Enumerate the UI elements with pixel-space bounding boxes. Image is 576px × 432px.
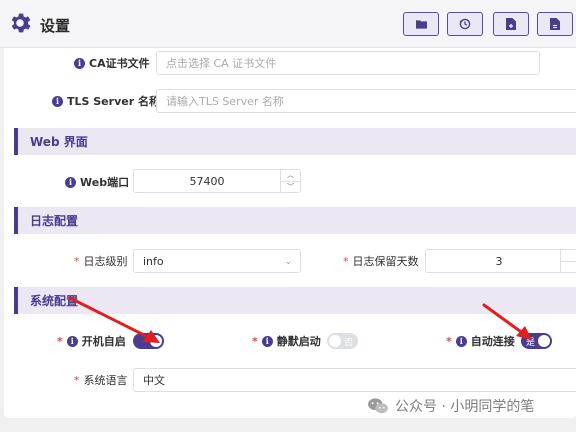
autostart-label: * i 开机自启 [57, 334, 126, 349]
gear-icon [11, 13, 31, 33]
chevron-up-icon[interactable] [561, 250, 576, 262]
info-icon: i [66, 335, 78, 347]
web-port-label: i Web端口 [65, 170, 129, 194]
retention-stepper[interactable] [560, 250, 576, 272]
info-icon: i [261, 335, 273, 347]
log-level-select[interactable]: info ⌄ [133, 249, 301, 273]
silent-start-label: * i 静默启动 [252, 334, 321, 349]
settings-header: 设置 [0, 0, 576, 48]
chevron-up-icon[interactable]: ︿ [281, 170, 300, 182]
section-web: Web 界面 [14, 128, 576, 155]
folder-button[interactable] [403, 12, 439, 36]
ca-cert-file-input[interactable]: 点击选择 CA 证书文件 [156, 51, 540, 75]
history-button[interactable] [447, 12, 483, 36]
section-system: 系统配置 [14, 287, 576, 314]
log-retention-input[interactable]: 3 [425, 249, 576, 273]
info-icon: i [74, 57, 85, 69]
autostart-switch[interactable] [133, 333, 164, 349]
port-stepper[interactable]: ︿ ﹀ [280, 170, 300, 192]
silent-start-switch[interactable]: 否 [327, 333, 358, 349]
info-icon: i [65, 176, 76, 188]
folder-icon [415, 20, 427, 29]
web-port-input[interactable]: 57400 ︿ ﹀ [133, 169, 301, 193]
ca-cert-label: i CA证书文件 [74, 51, 150, 75]
auto-connect-switch[interactable]: 是 [521, 333, 552, 349]
switch-knob [538, 335, 550, 347]
auto-connect-label: * i 自动连接 [446, 334, 515, 349]
info-icon: i [455, 335, 467, 347]
system-language-select[interactable]: 中文 [133, 368, 576, 392]
export-file-button[interactable] [537, 12, 573, 36]
system-language-label: * 系统语言 [74, 373, 128, 388]
wechat-icon [368, 398, 388, 414]
chevron-down-icon[interactable]: ﹀ [281, 182, 300, 193]
page-title: 设置 [40, 17, 71, 35]
tls-server-label: i TLS Server 名称 [52, 89, 160, 113]
file-export-icon [550, 18, 560, 30]
import-file-button[interactable] [493, 12, 529, 36]
tls-server-name-input[interactable]: 请输入TLS Server 名称 [156, 89, 576, 113]
history-icon [459, 18, 471, 30]
chevron-down-icon: ⌄ [284, 257, 292, 267]
watermark: 公众号 · 小明同学的笔 [367, 396, 534, 416]
file-import-icon [506, 18, 516, 30]
log-level-label: * 日志级别 [74, 254, 128, 269]
chevron-down-icon[interactable] [561, 262, 576, 273]
log-retention-label: * 日志保留天数 [343, 254, 419, 269]
info-icon: i [52, 95, 63, 107]
section-log: 日志配置 [14, 207, 576, 234]
switch-knob [329, 335, 341, 347]
switch-knob [150, 335, 162, 347]
